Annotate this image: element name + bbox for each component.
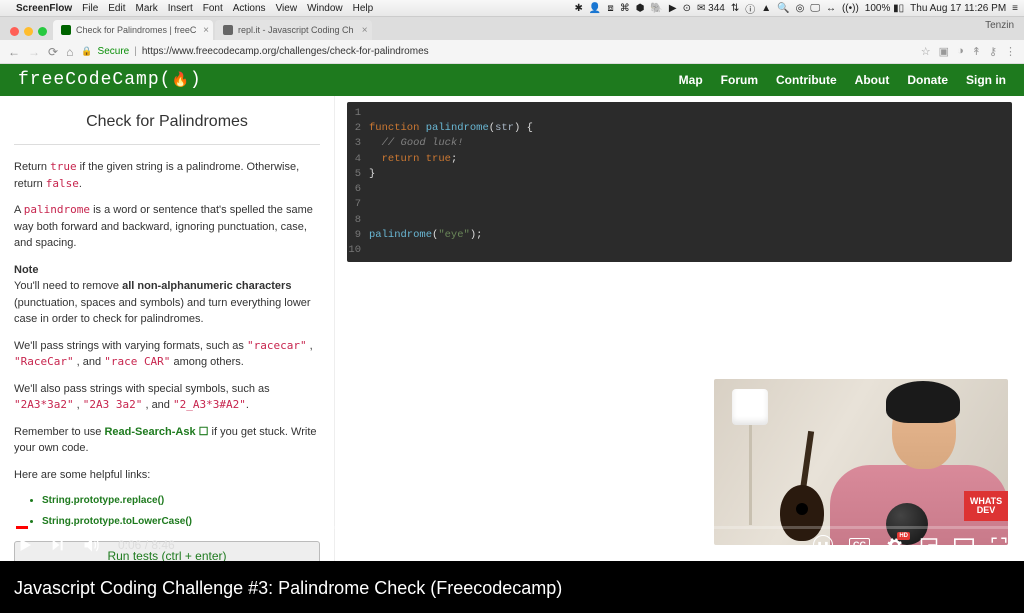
guitar-graphic xyxy=(772,431,822,541)
miniplayer-icon[interactable] xyxy=(920,536,938,554)
nav-signin[interactable]: Sign in xyxy=(966,73,1006,87)
chrome-menu-icon[interactable]: ⋮ xyxy=(1005,45,1016,58)
star-icon[interactable]: ☆ xyxy=(921,45,931,58)
extension-icon[interactable]: ⚷ xyxy=(989,45,997,58)
tab-title: repl.it - Javascript Coding Ch xyxy=(238,25,354,35)
lamp-graphic xyxy=(732,389,768,529)
site-logo[interactable]: freeCodeCamp(🔥) xyxy=(18,70,202,90)
challenge-text: A palindrome is a word or sentence that'… xyxy=(14,202,320,252)
secure-label: Secure xyxy=(98,46,130,57)
challenge-note: Note You'll need to remove all non-alpha… xyxy=(14,262,320,328)
read-search-ask-link[interactable]: Read-Search-Ask ☐ xyxy=(104,426,208,438)
settings-icon[interactable]: HD xyxy=(886,536,904,554)
window-minimize-icon[interactable] xyxy=(24,27,33,36)
macos-menubar: ScreenFlow File Edit Mark Insert Font Ac… xyxy=(0,0,1024,17)
browser-tab-active[interactable]: Check for Palindromes | freeC × xyxy=(53,20,213,40)
favicon-icon xyxy=(61,25,71,35)
nav-contribute[interactable]: Contribute xyxy=(776,73,837,87)
menu-insert[interactable]: Insert xyxy=(168,3,193,14)
menu-file[interactable]: File xyxy=(82,3,98,14)
tab-close-icon[interactable]: × xyxy=(362,25,368,36)
fullscreen-icon[interactable] xyxy=(990,536,1008,554)
challenge-text: Remember to use Read-Search-Ask ☐ if you… xyxy=(14,424,320,457)
clock[interactable]: Thu Aug 17 11:26 PM xyxy=(910,3,1006,14)
site-header: freeCodeCamp(🔥) Map Forum Contribute Abo… xyxy=(0,64,1024,96)
display-icon[interactable]: 🖵 xyxy=(810,3,820,14)
menu-mark[interactable]: Mark xyxy=(136,3,158,14)
extension-icon[interactable]: ◑ xyxy=(957,45,964,58)
webcam-overlay: WHATSDEV xyxy=(714,379,1008,545)
mail-icon[interactable]: ✉ 344 xyxy=(697,3,725,14)
menu-view[interactable]: View xyxy=(276,3,298,14)
home-icon[interactable]: ⌂ xyxy=(66,45,73,59)
fire-icon: 🔥 xyxy=(171,73,189,89)
captions-icon[interactable]: CC xyxy=(849,538,870,552)
status-icon[interactable]: ▶ xyxy=(669,3,677,14)
play-icon[interactable] xyxy=(16,536,34,554)
theater-icon[interactable] xyxy=(954,538,974,552)
channel-badge: WHATSDEV xyxy=(964,491,1008,521)
browser-tab[interactable]: repl.it - Javascript Coding Ch × xyxy=(215,20,372,40)
status-icon[interactable]: ⊙ xyxy=(683,3,691,14)
window-zoom-icon[interactable] xyxy=(38,27,47,36)
video-controls: 0:06 / 8:46 ❚❚ CC HD xyxy=(0,529,1024,561)
status-icon[interactable]: 👤 xyxy=(589,3,601,14)
help-link[interactable]: String.prototype.replace() xyxy=(42,493,320,508)
window-close-icon[interactable] xyxy=(10,27,19,36)
reload-icon[interactable]: ⟳ xyxy=(48,45,58,59)
challenge-title: Check for Palindromes xyxy=(14,106,320,145)
wifi-icon[interactable]: ((•)) xyxy=(842,3,859,14)
app-name[interactable]: ScreenFlow xyxy=(16,3,72,14)
menu-extras-icon[interactable]: ≡ xyxy=(1012,3,1018,14)
tab-close-icon[interactable]: × xyxy=(203,25,209,36)
forward-icon[interactable]: → xyxy=(28,45,40,59)
status-icon[interactable]: ▲ xyxy=(761,3,771,14)
nav-about[interactable]: About xyxy=(855,73,890,87)
extension-icon[interactable]: ▣ xyxy=(939,45,949,58)
status-icon[interactable]: ⬢ xyxy=(636,3,645,14)
hd-badge: HD xyxy=(897,532,910,540)
menu-help[interactable]: Help xyxy=(353,3,374,14)
nav-donate[interactable]: Donate xyxy=(907,73,948,87)
links-heading: Here are some helpful links: xyxy=(14,467,320,484)
video-title: Javascript Coding Challenge #3: Palindro… xyxy=(14,578,562,599)
status-icon[interactable]: ◎ xyxy=(796,3,805,14)
back-icon[interactable]: ← xyxy=(8,45,20,59)
nav-map[interactable]: Map xyxy=(679,73,703,87)
extension-icon[interactable]: ↟ xyxy=(972,45,981,58)
tab-bar: Check for Palindromes | freeC × repl.it … xyxy=(0,17,1024,40)
challenge-panel: Check for Palindromes Return true if the… xyxy=(0,96,335,561)
battery-status[interactable]: 100% ▮▯ xyxy=(865,3,904,14)
status-icon[interactable]: ⌘ xyxy=(620,3,630,14)
status-icon[interactable]: ✱ xyxy=(574,3,582,14)
challenge-text: We'll pass strings with varying formats,… xyxy=(14,338,320,371)
nav-forum[interactable]: Forum xyxy=(721,73,758,87)
url-field[interactable]: 🔒 Secure | https://www.freecodecamp.org/… xyxy=(81,46,912,57)
address-bar: ← → ⟳ ⌂ 🔒 Secure | https://www.freecodec… xyxy=(0,40,1024,64)
favicon-icon xyxy=(223,25,233,35)
spotlight-icon[interactable]: 🔍 xyxy=(777,3,789,14)
challenge-text: We'll also pass strings with special sym… xyxy=(14,381,320,414)
url-text: https://www.freecodecamp.org/challenges/… xyxy=(142,46,429,57)
status-icon[interactable]: ⓘ xyxy=(745,1,755,16)
status-icon[interactable]: 🐘 xyxy=(650,3,662,14)
challenge-text: Return true if the given string is a pal… xyxy=(14,159,320,192)
menu-font[interactable]: Font xyxy=(203,3,223,14)
volume-icon[interactable] xyxy=(82,535,102,555)
menu-window[interactable]: Window xyxy=(307,3,343,14)
video-time: 0:06 / 8:46 xyxy=(118,538,175,552)
code-editor[interactable]: 12function palindrome(str) {3 // Good lu… xyxy=(347,102,1012,262)
menu-actions[interactable]: Actions xyxy=(233,3,266,14)
browser-window: Check for Palindromes | freeC × repl.it … xyxy=(0,17,1024,561)
status-icon[interactable]: ↔ xyxy=(826,3,836,14)
status-icon[interactable]: ⇅ xyxy=(731,3,739,14)
lock-icon: 🔒 xyxy=(81,46,92,57)
tab-title: Check for Palindromes | freeC xyxy=(76,25,196,35)
next-icon[interactable] xyxy=(50,537,66,553)
status-icon[interactable]: ⧈ xyxy=(607,3,613,14)
profile-label[interactable]: Tenzin xyxy=(985,20,1014,31)
pause-overlay-icon[interactable]: ❚❚ xyxy=(813,535,833,555)
menu-edit[interactable]: Edit xyxy=(108,3,125,14)
